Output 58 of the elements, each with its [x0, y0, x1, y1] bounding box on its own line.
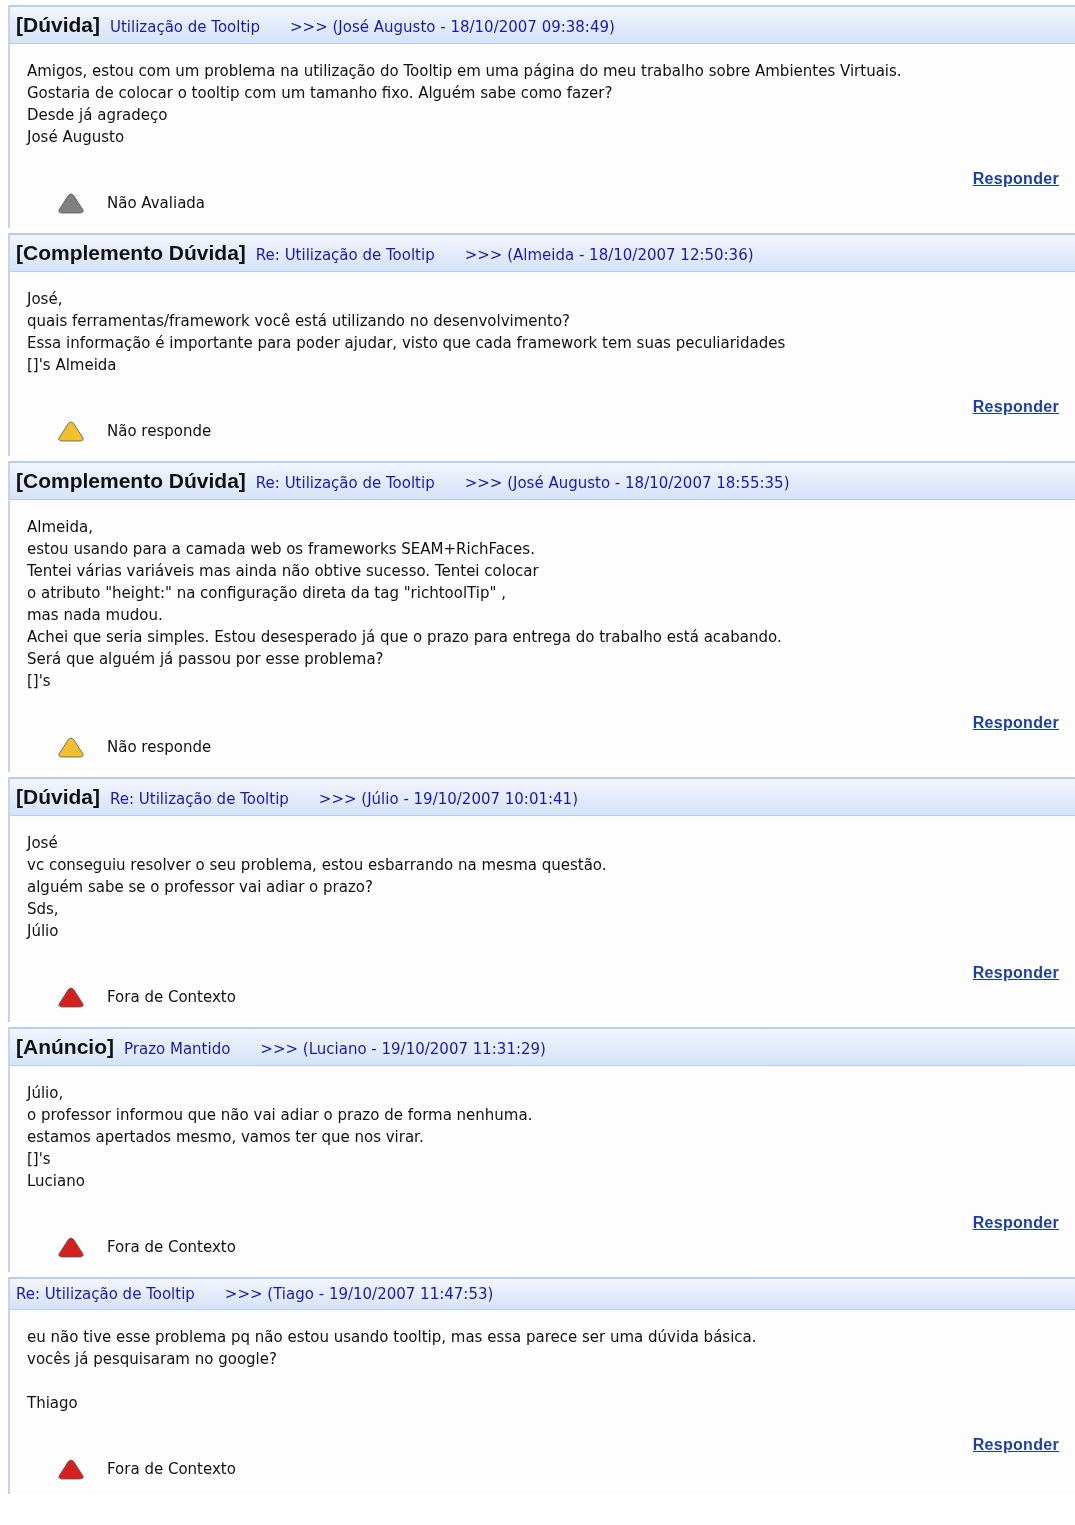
message-line: []'s	[27, 1149, 52, 1170]
message-line: quais ferramentas/framework você está utilizando no desenvolvimento?	[27, 311, 572, 332]
message-line: estou usando para a camada web os frameworks SEAM+RichFaces.	[27, 539, 536, 560]
rating-label: Fora de Contexto	[107, 1238, 236, 1256]
message-line: José Augusto	[27, 127, 126, 148]
rating-label: Não responde	[107, 422, 212, 440]
reply-link[interactable]: Responder	[972, 1436, 1059, 1454]
post-type: [Dúvida]	[16, 785, 100, 809]
reply-link[interactable]: Responder	[972, 714, 1059, 732]
post-type: [Anúncio]	[16, 1035, 114, 1059]
message-line: Júlio	[27, 921, 60, 942]
post-type: [Complemento Dúvida]	[16, 469, 246, 493]
message-line: Thiago	[27, 1393, 79, 1414]
post-author-date: >>> (Luciano - 19/10/2007 11:31:29)	[260, 1040, 546, 1058]
message-line: José,	[27, 289, 64, 310]
message-line: Luciano	[27, 1171, 86, 1192]
rating-label: Não Avaliada	[107, 194, 206, 212]
message-line: Júlio,	[27, 1083, 65, 1104]
post-type: [Complemento Dúvida]	[16, 241, 246, 265]
message-line: Gostaria de colocar o tooltip com um tamanho fixo. Alguém sabe como fazer?	[27, 83, 614, 104]
reply-link[interactable]: Responder	[972, 398, 1059, 416]
post-type: [Dúvida]	[16, 13, 100, 37]
message-line: Tentei várias variáveis mas ainda não obtive sucesso. Tentei colocar	[27, 561, 540, 582]
message-line: o atributo "height:" na configuração direta da tag "richtoolTip" ,	[27, 583, 507, 604]
message-line: eu não tive esse problema pq não estou usando tooltip, mas essa parece ser uma dúvida básica.	[27, 1327, 758, 1348]
post-author-date: >>> (Almeida - 18/10/2007 12:50:36)	[464, 246, 754, 264]
message-line: o professor informou que não vai adiar o prazo de forma nenhuma.	[27, 1105, 534, 1126]
message-line: Essa informação é importante para poder ajudar, visto que cada framework tem suas peculiaridades	[27, 333, 787, 354]
post-subject-link[interactable]: Re: Utilização de Tooltip	[255, 474, 435, 492]
message-line: []'s	[27, 671, 52, 692]
rating-label: Fora de Contexto	[107, 988, 236, 1006]
reply-link[interactable]: Responder	[972, 1214, 1059, 1232]
message-line: Almeida,	[27, 517, 94, 538]
message-line: []'s Almeida	[27, 355, 118, 376]
message-line: estamos apertados mesmo, vamos ter que nos virar.	[27, 1127, 425, 1148]
message-line: Será que alguém já passou por esse problema?	[27, 649, 385, 670]
message-line: Sds,	[27, 899, 60, 920]
rating-label: Não responde	[107, 738, 212, 756]
message-line: alguém sabe se o professor vai adiar o prazo?	[27, 877, 374, 898]
message-line: vc conseguiu resolver o seu problema, estou esbarrando na mesma questão.	[27, 855, 608, 876]
message-line: vocês já pesquisaram no google?	[27, 1349, 278, 1370]
post-author-date: >>> (Júlio - 19/10/2007 10:01:41)	[318, 790, 578, 808]
message-line: Desde já agradeço	[27, 105, 169, 126]
post-subject-link[interactable]: Utilização de Tooltip	[110, 18, 261, 36]
reply-link[interactable]: Responder	[972, 964, 1059, 982]
post-subject-link[interactable]: Re: Utilização de Tooltip	[255, 246, 435, 264]
message-line: José	[27, 833, 59, 854]
rating-label: Fora de Contexto	[107, 1460, 236, 1478]
post-author-date: >>> (José Augusto - 18/10/2007 18:55:35)	[464, 474, 790, 492]
message-line: Amigos, estou com um problema na utilização do Tooltip em uma página do meu trabalho sobre Ambientes Virtuais.	[27, 61, 903, 82]
post-subject-link[interactable]: Re: Utilização de Tooltip	[16, 1285, 195, 1303]
post-author-date: >>> (Tiago - 19/10/2007 11:47:53)	[224, 1285, 494, 1303]
post-subject-link[interactable]: Re: Utilização de Tooltip	[110, 790, 289, 808]
reply-link[interactable]: Responder	[972, 170, 1059, 188]
message-line: Achei que seria simples. Estou desesperado já que o prazo para entrega do trabalho está acabando.	[27, 627, 783, 648]
post-author-date: >>> (José Augusto - 18/10/2007 09:38:49)	[290, 18, 615, 36]
post-subject-link[interactable]: Prazo Mantido	[124, 1040, 231, 1058]
message-line: mas nada mudou.	[27, 605, 164, 626]
